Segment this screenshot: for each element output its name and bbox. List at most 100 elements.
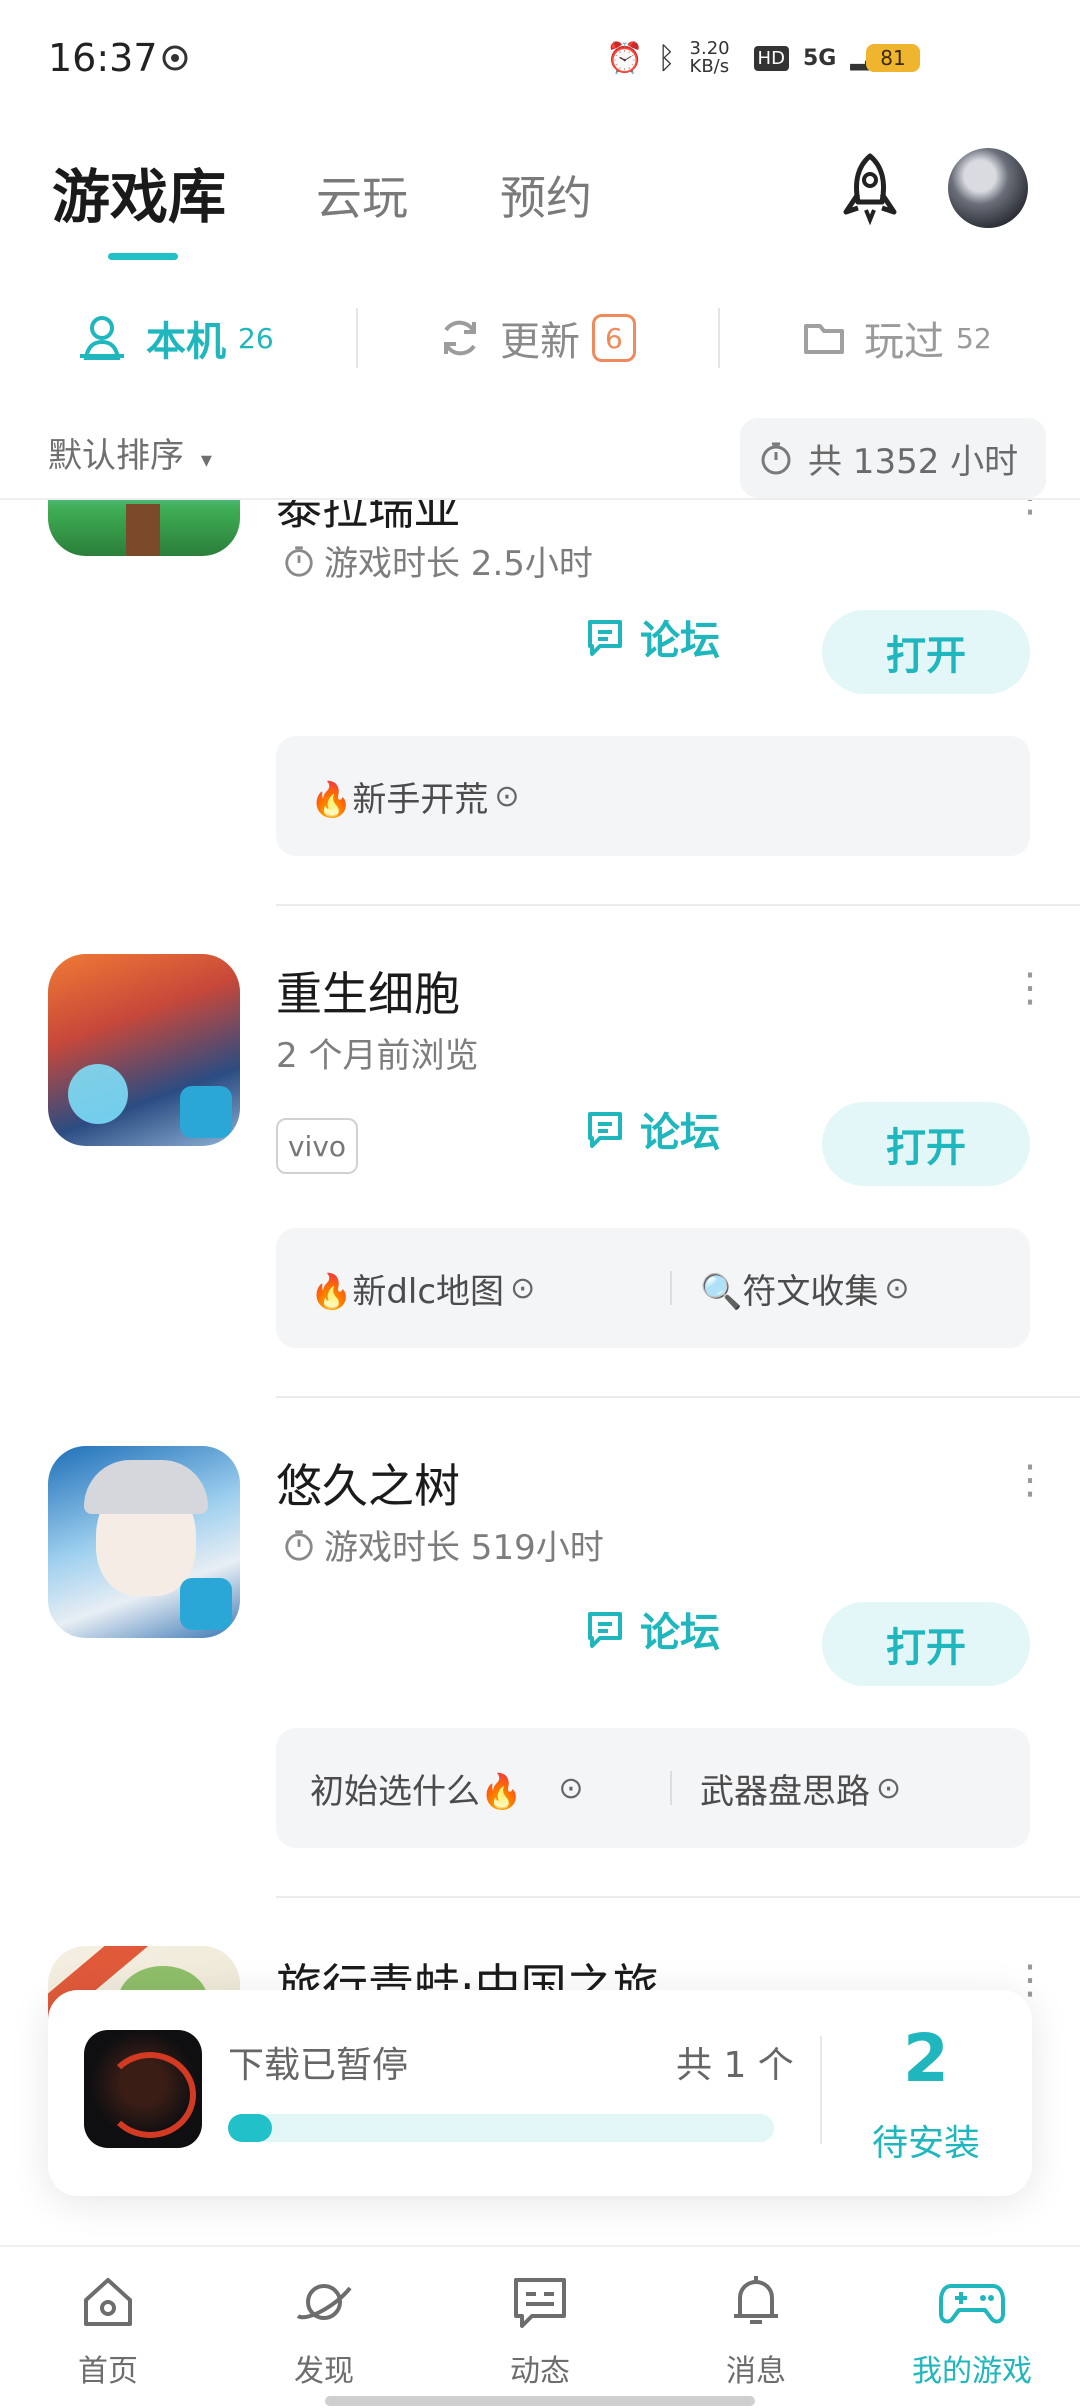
sort-dropdown[interactable]: 默认排序 ▾ <box>48 428 212 477</box>
more-options-icon[interactable]: ⋮ <box>1010 500 1050 518</box>
nav-feed[interactable]: 动态 <box>432 2270 648 2390</box>
nav-my-games[interactable]: 我的游戏 <box>864 2270 1080 2390</box>
game-icon-dead-cells[interactable] <box>48 954 240 1146</box>
pending-install-label[interactable]: 待安装 <box>820 2114 1032 2166</box>
game-icon-ever-tree[interactable] <box>48 1446 240 1638</box>
forum-icon <box>588 1612 622 1648</box>
tip-link[interactable]: 初始选什么🔥 ⊙ <box>310 1764 670 1813</box>
row-divider <box>276 1896 1080 1898</box>
tip-link[interactable]: 🔥新dlc地图 ⊙ <box>310 1264 670 1313</box>
chevron-circle-icon: ⊙ <box>884 1270 910 1306</box>
tab-cloud-play[interactable]: 云玩 <box>316 162 408 228</box>
chevron-circle-icon: ⊙ <box>494 778 520 814</box>
game-title: 悠久之树 <box>276 1459 460 1513</box>
net-speed: 3.20 KB/s <box>689 38 730 77</box>
person-icon <box>80 316 124 360</box>
forum-label: 论坛 <box>640 1610 720 1656</box>
sync-icon <box>162 45 188 71</box>
bottom-nav-divider <box>0 2245 1080 2247</box>
network-type: 5G <box>802 45 837 71</box>
open-button[interactable]: 打开 <box>822 610 1030 694</box>
tip-text: 初始选什么🔥 <box>310 1771 523 1812</box>
game-icon-terraria[interactable] <box>48 500 240 556</box>
sort-label: 默认排序 <box>48 436 184 476</box>
pending-install-count[interactable]: 2 <box>820 2020 1032 2097</box>
nav-feed-label: 动态 <box>510 2354 570 2389</box>
tip-link[interactable]: 武器盘思路 ⊙ <box>700 1764 901 1813</box>
download-progress-fill <box>228 2114 272 2142</box>
tip-separator <box>670 1271 672 1305</box>
segment-played[interactable]: 玩过 52 <box>800 302 992 374</box>
tip-separator <box>670 1771 672 1805</box>
rocket-icon[interactable] <box>830 150 910 230</box>
game-list: 泰拉瑞亚 游戏时长 2.5小时 ⋮ 论坛 打开 🔥新手开荒 ⊙ 重生细胞 2 个… <box>0 500 1080 2245</box>
open-button[interactable]: 打开 <box>822 1102 1030 1186</box>
message-icon <box>514 2278 566 2328</box>
vivo-tag: vivo <box>276 1118 358 1174</box>
status-icons: ⏰ ᛒ 3.20 KB/s HD 5G ▂▃▅▇ <box>606 38 912 77</box>
tip-text: 🔍符文收集 <box>700 1271 879 1312</box>
nav-home-label: 首页 <box>78 2354 138 2389</box>
active-tab-indicator <box>108 253 178 260</box>
more-options-icon[interactable]: ⋮ <box>1010 968 1050 1008</box>
more-options-icon[interactable]: ⋮ <box>1010 1460 1050 1500</box>
download-card[interactable]: 下载已暂停 共 1 个 2 待安装 <box>48 1990 1032 2196</box>
forum-icon <box>588 1112 622 1148</box>
update-count-badge: 6 <box>592 314 636 362</box>
alarm-icon: ⏰ <box>606 40 644 76</box>
tab-game-library[interactable]: 游戏库 <box>52 150 226 234</box>
game-meta-text: 游戏时长 2.5小时 <box>324 544 593 584</box>
game-meta-text: 2 个月前浏览 <box>276 1036 479 1076</box>
timer-icon <box>285 1529 313 1561</box>
segment-update[interactable]: 更新 6 <box>436 302 636 374</box>
tips-bar: 初始选什么🔥 ⊙ 武器盘思路 ⊙ <box>276 1728 1030 1848</box>
status-bar: 16:37 ⏰ ᛒ 3.20 KB/s HD 5G ▂▃▅▇ 81 <box>0 0 1080 120</box>
battery-level: 81 <box>880 46 906 70</box>
nav-home[interactable]: 首页 <box>0 2270 216 2390</box>
row-divider <box>276 1396 1080 1398</box>
timer-icon <box>761 442 791 475</box>
open-button[interactable]: 打开 <box>822 1602 1030 1686</box>
bluetooth-icon: ᛒ <box>657 40 676 76</box>
forum-button[interactable]: 论坛 <box>582 1100 720 1158</box>
battery-icon: 81 <box>866 44 920 72</box>
tips-bar: 🔥新dlc地图 ⊙ 🔍符文收集 ⊙ <box>276 1228 1030 1348</box>
status-time: 16:37 <box>48 36 158 80</box>
chevron-circle-icon: ⊙ <box>558 1770 584 1806</box>
avatar[interactable] <box>948 148 1028 228</box>
planet-icon <box>296 2284 352 2320</box>
tip-link[interactable]: 🔍符文收集 ⊙ <box>700 1264 909 1313</box>
caret-down-icon: ▾ <box>200 448 212 473</box>
segment-played-label: 玩过 <box>864 319 944 365</box>
game-meta: 游戏时长 519小时 <box>282 1520 604 1569</box>
segment-local-label: 本机 <box>146 319 226 365</box>
tip-text: 武器盘思路 <box>700 1771 870 1812</box>
total-playtime: 共 1352 小时 <box>740 418 1046 498</box>
forum-label: 论坛 <box>640 618 720 664</box>
tip-link[interactable]: 🔥新手开荒 ⊙ <box>310 772 519 821</box>
bilibili-badge-icon <box>180 1086 232 1138</box>
nav-messages[interactable]: 消息 <box>648 2270 864 2390</box>
nav-discover[interactable]: 发现 <box>216 2270 432 2390</box>
nav-my-games-label: 我的游戏 <box>912 2354 1032 2389</box>
download-count: 共 1 个 <box>676 2045 794 2086</box>
bilibili-badge-icon <box>180 1578 232 1630</box>
downloading-game-icon <box>84 2030 202 2148</box>
segment-local[interactable]: 本机 26 <box>76 302 274 374</box>
forum-button[interactable]: 论坛 <box>582 608 720 666</box>
chevron-circle-icon: ⊙ <box>876 1770 902 1806</box>
row-divider <box>276 904 1080 906</box>
home-indicator[interactable] <box>325 2396 755 2406</box>
tab-reservation[interactable]: 预约 <box>500 162 592 228</box>
timer-icon <box>285 545 313 577</box>
gamepad-icon <box>939 2284 1005 2324</box>
bell-icon <box>734 2276 778 2324</box>
forum-button[interactable]: 论坛 <box>582 1600 720 1658</box>
game-title: 泰拉瑞亚 <box>276 500 460 535</box>
forum-label: 论坛 <box>640 1110 720 1156</box>
nav-messages-label: 消息 <box>726 2354 786 2389</box>
nav-discover-label: 发现 <box>294 2354 354 2389</box>
download-progress-bar <box>228 2114 774 2142</box>
segment-update-label: 更新 <box>500 319 580 365</box>
refresh-icon <box>444 320 476 356</box>
